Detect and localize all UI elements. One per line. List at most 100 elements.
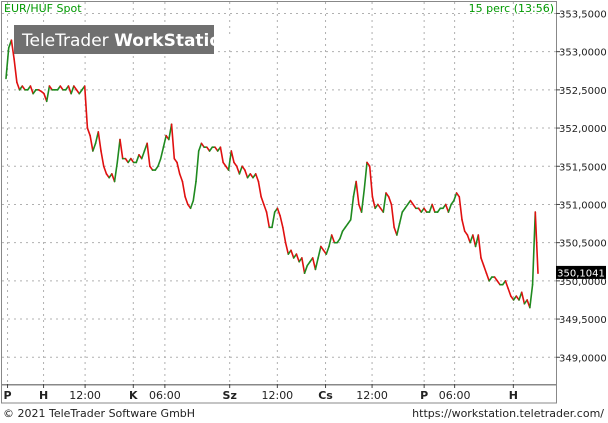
x-tick-label: P [4,389,12,402]
price-segment [531,211,537,286]
x-tick-label: 12:00 [69,389,101,402]
price-segment [257,180,262,198]
price-segment [363,161,368,190]
price-segment [382,192,387,213]
price-segment [263,203,268,213]
watermark-logo: TeleTrader WorkStation [14,25,233,54]
price-segment [97,131,102,152]
y-tick-label: 353,0000 [559,48,607,59]
price-segment [279,215,284,229]
price-segment [458,196,463,221]
price-segment [119,138,124,160]
price-segment [303,264,309,275]
chart-grid [2,2,556,384]
price-segment [170,123,176,160]
price-segment [16,81,21,91]
price-segment [100,150,105,168]
price-segment [339,230,344,240]
y-axis: 349,0000349,5000350,0000350,5000351,0000… [556,9,607,364]
price-segment [447,203,452,213]
price-segment [271,211,276,229]
price-segment [230,150,235,164]
source-url: https://workstation.teletrader.com/ [412,407,604,420]
price-segment [390,203,395,229]
price-segment [461,218,466,232]
copyright-text: © 2021 TeleTrader Software GmbH [3,407,196,420]
price-segment [10,39,15,61]
x-tick-label: 12:00 [261,389,293,402]
price-segment [45,85,51,103]
x-tick-label: K [129,389,138,402]
price-segment [197,142,203,152]
price-segment [189,199,195,210]
price-segment [507,287,512,297]
price-segment [282,226,287,244]
price-segment [520,291,526,305]
price-segment [238,165,243,175]
y-tick-label: 353,5000 [559,9,607,20]
price-segment [504,280,509,290]
last-value-label: 350,1041 [557,268,605,279]
y-tick-label: 351,5000 [559,162,607,173]
price-segment [355,180,360,206]
price-segment [13,58,18,84]
price-segment [431,203,436,213]
price-segment [317,245,322,259]
price-segment [113,161,119,183]
price-segment [371,196,376,210]
price-segment [330,234,336,244]
price-segment [398,211,404,225]
price-segment [290,249,295,259]
y-tick-label: 349,5000 [559,315,607,326]
instrument-title: EUR/HUF Spot [4,2,82,15]
y-tick-label: 352,0000 [559,124,607,135]
price-segment [529,283,534,309]
price-segment [328,234,333,248]
price-segment [349,196,355,221]
x-tick-label: H [39,389,48,402]
price-segment [195,150,200,183]
price-segment [92,142,97,152]
x-tick-label: P [420,389,428,402]
price-segment [244,169,249,179]
watermark-text: TeleTrader WorkStation [21,31,233,51]
price-segment [162,134,167,148]
price-segment [86,127,91,137]
price-segment [178,173,184,183]
watermark-text-bold: WorkStation [114,31,233,51]
price-segment [387,196,393,206]
price-segment [157,157,162,168]
delay-info: 15 perc (13:56) [469,2,554,15]
price-segment [5,47,10,80]
price-segment [477,234,482,259]
price-segment [396,222,401,236]
x-tick-label: Cs [318,389,333,402]
price-segment [284,241,290,255]
price-segment [482,264,488,275]
price-segment [70,85,75,95]
x-tick-label: Sz [223,389,237,402]
price-segment [184,196,189,206]
price-segment [314,257,319,271]
x-tick-label: 12:00 [356,389,388,402]
price-segment [265,211,271,229]
price-series [5,39,539,309]
y-tick-label: 349,0000 [559,353,607,364]
y-tick-label: 350,5000 [559,239,607,250]
last-value-marker: 350,1041 [556,265,606,279]
price-segment [146,142,151,168]
x-tick-label: 06:00 [439,389,471,402]
price-segment [181,180,186,198]
price-segment [89,134,94,152]
price-segment [135,154,140,164]
price-segment [325,245,330,255]
price-segment [140,150,146,160]
price-segment [219,146,224,164]
watermark-text-regular: TeleTrader [21,31,114,51]
price-segment [480,257,485,267]
x-tick-label: 06:00 [149,389,181,402]
price-segment [192,180,197,202]
price-segment [102,165,108,175]
price-chart: 349,0000349,5000350,0000350,5000351,0000… [1,1,607,404]
y-tick-label: 351,0000 [559,200,607,211]
